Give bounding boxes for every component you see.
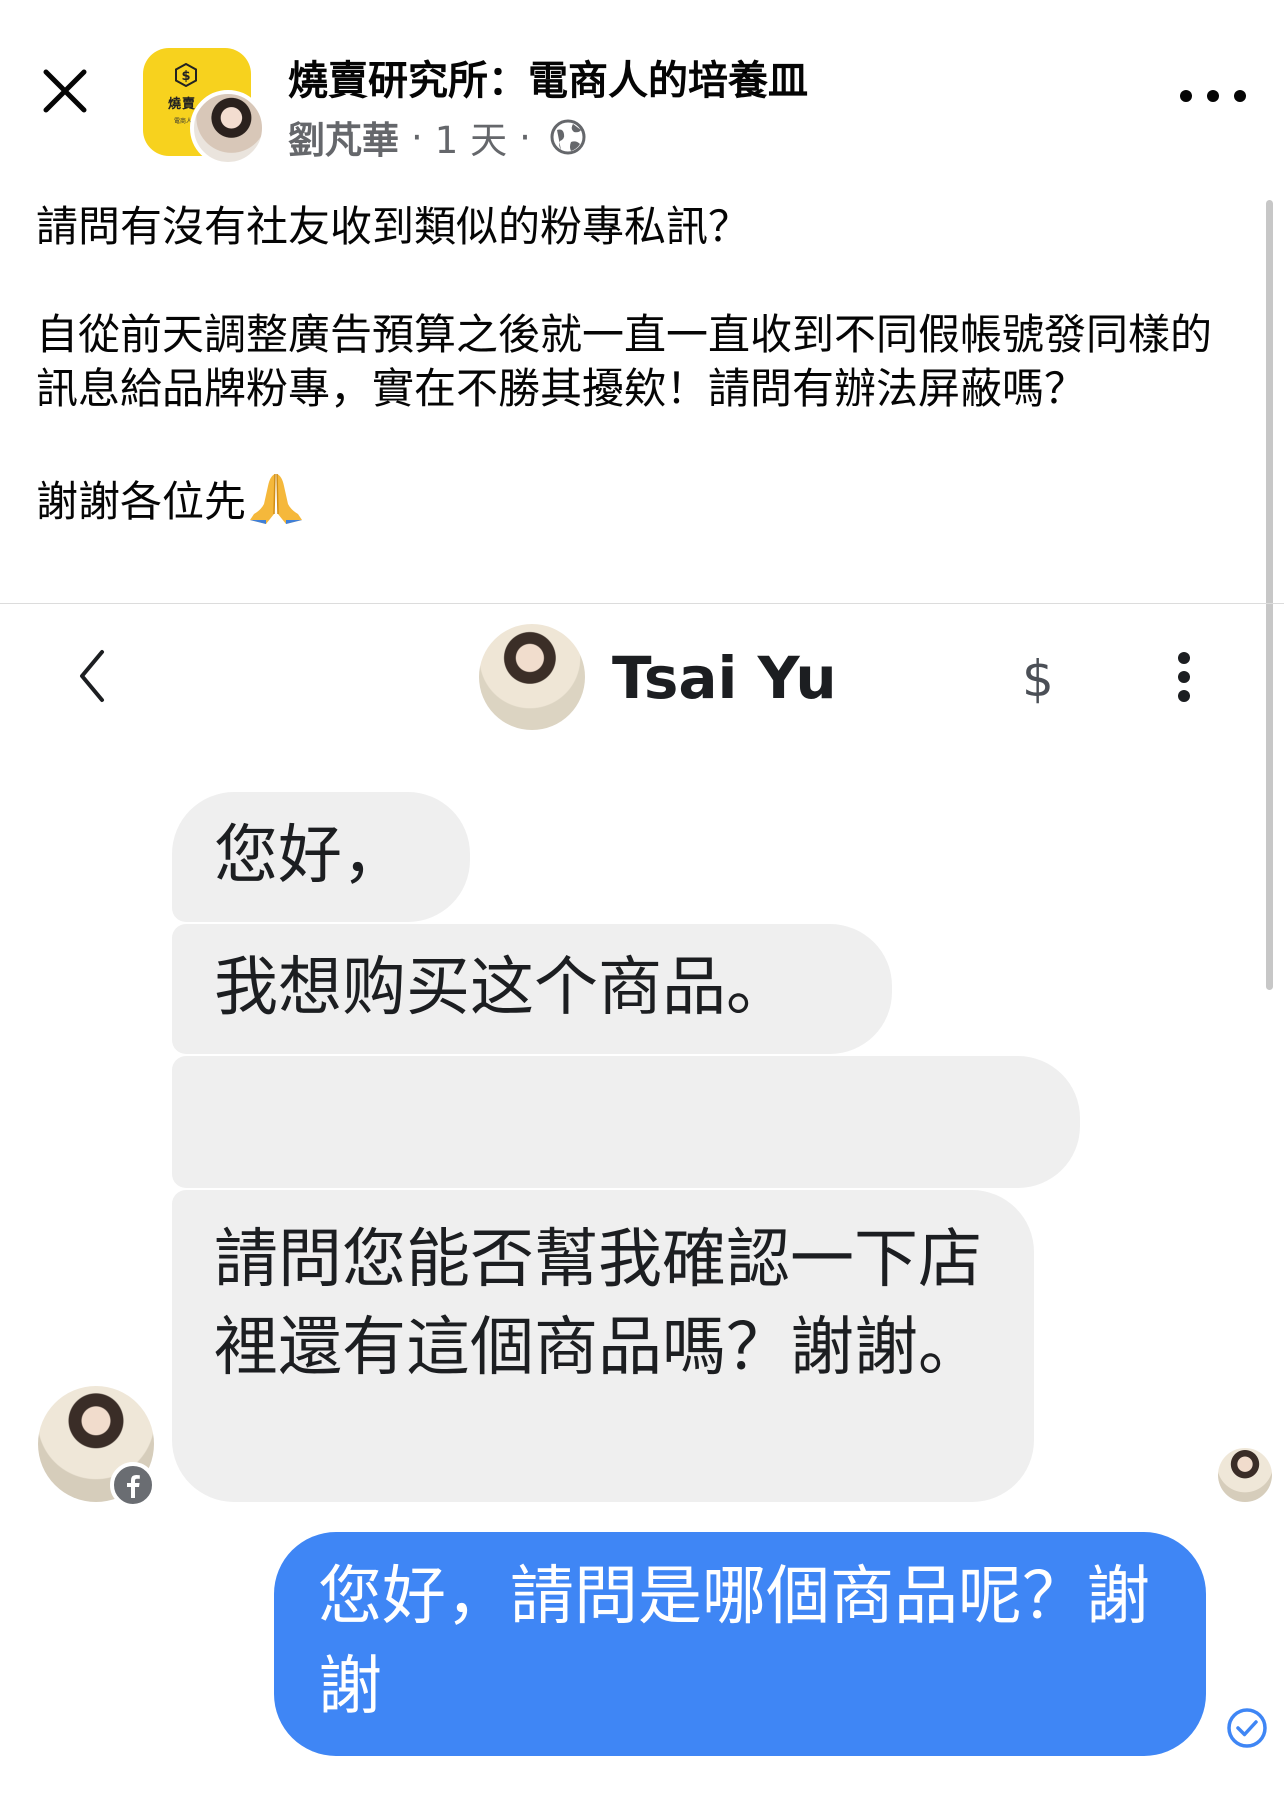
svg-text:$: $ — [181, 69, 190, 84]
globe-icon — [550, 119, 586, 155]
facebook-post-view: $ 燒賣 電商人 燒賣研究所：電商人的培養皿 劉芃華 · 1 天 · 請問有沒有… — [0, 0, 1284, 1804]
more-dot — [1207, 90, 1219, 102]
meta-separator: · — [411, 115, 423, 159]
folded-hands-emoji — [250, 473, 303, 524]
divider — [0, 603, 1284, 604]
facebook-f-icon — [127, 1475, 140, 1498]
outgoing-message-bubble: 您好，請問是哪個商品呢？謝謝 — [274, 1532, 1206, 1756]
facebook-badge-icon — [110, 1462, 156, 1508]
post-paragraph-closing: 謝謝各位先 — [36, 470, 1246, 529]
dollar-icon: $ — [1022, 650, 1054, 708]
kebab-dot — [1178, 671, 1190, 683]
post-paragraph: 請問有沒有社友收到類似的粉專私訊？ — [36, 202, 751, 251]
close-icon — [43, 69, 87, 113]
incoming-message-bubble: 您好， — [172, 792, 470, 922]
post-paragraph: 謝謝各位先 — [36, 477, 247, 526]
contact-name: Tsai Yu — [612, 644, 837, 712]
more-dot — [1234, 90, 1246, 102]
meta-separator: · — [519, 115, 531, 159]
close-button[interactable] — [36, 62, 94, 120]
author-name[interactable]: 劉芃華 — [288, 110, 399, 164]
coin-logo-icon: $ — [175, 63, 197, 87]
delivered-check-icon — [1227, 1708, 1267, 1748]
post-time[interactable]: 1 天 — [435, 110, 507, 164]
seen-receipt-avatar — [1218, 1448, 1272, 1502]
incoming-message-bubble: 我想购买这个商品。 — [172, 924, 892, 1054]
contact-avatar — [479, 624, 585, 730]
author-avatar[interactable] — [190, 90, 266, 166]
group-logo-text: 燒賣 — [167, 97, 196, 112]
scrollbar[interactable] — [1266, 200, 1273, 990]
post-body: 請問有沒有社友收到類似的粉專私訊？ 自從前天調整廣告預算之後就一直一直收到不同假… — [36, 200, 1246, 529]
post-meta: 劉芃華 · 1 天 · — [288, 110, 587, 164]
kebab-menu-icon — [1172, 652, 1196, 702]
post-paragraph: 自從前天調整廣告預算之後就一直一直收到不同假帳號發同樣的訊息給品牌粉專，實在不勝… — [36, 310, 1213, 413]
group-title[interactable]: 燒賣研究所：電商人的培養皿 — [288, 48, 808, 106]
back-chevron-icon — [80, 650, 104, 702]
more-options-button[interactable] — [1180, 78, 1246, 114]
incoming-message-bubble-blank — [172, 1056, 1080, 1188]
more-dot — [1180, 90, 1192, 102]
kebab-dot — [1178, 652, 1190, 664]
incoming-message-bubble: 請問您能否幫我確認一下店裡還有這個商品嗎？謝謝。 — [172, 1190, 1034, 1502]
kebab-dot — [1178, 690, 1190, 702]
